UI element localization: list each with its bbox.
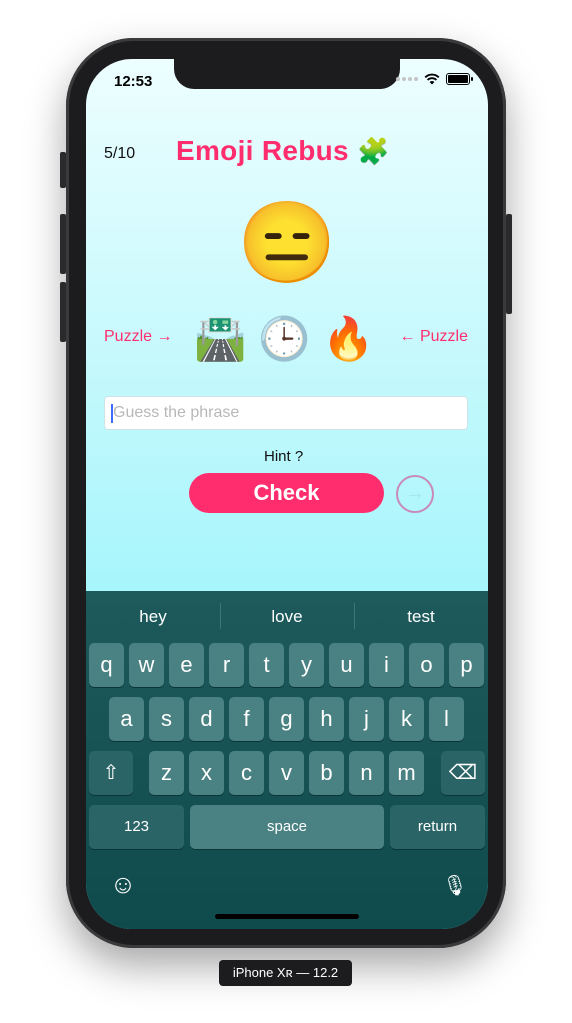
key-g[interactable]: g — [269, 697, 304, 741]
key-x[interactable]: x — [189, 751, 224, 795]
key-r[interactable]: r — [209, 643, 244, 687]
puzzle-progress: 5/10 — [104, 145, 136, 162]
key-z[interactable]: z — [149, 751, 184, 795]
return-key[interactable]: return — [390, 805, 485, 849]
key-o[interactable]: o — [409, 643, 444, 687]
suggestion-item[interactable]: hey — [86, 591, 220, 641]
hint-link[interactable]: Hint ? — [264, 448, 303, 465]
key-f[interactable]: f — [229, 697, 264, 741]
key-e[interactable]: e — [169, 643, 204, 687]
puzzle-label-right: ← Puzzle — [399, 328, 468, 345]
puzzle-label-left: Puzzle → — [104, 328, 173, 345]
numbers-key[interactable]: 123 — [89, 805, 184, 849]
key-q[interactable]: q — [89, 643, 124, 687]
puzzle-emoji-row: 🛣️ 🕒 🔥 — [194, 315, 374, 363]
mute-switch — [60, 152, 66, 188]
key-u[interactable]: u — [329, 643, 364, 687]
clock-emoji: 🕒 — [258, 315, 311, 362]
microphone-icon[interactable]: 🎙 — [440, 873, 470, 898]
key-d[interactable]: d — [189, 697, 224, 741]
space-key[interactable]: space — [190, 805, 384, 849]
emoji-keyboard-icon[interactable]: ☺ — [108, 869, 138, 900]
power-button — [506, 214, 512, 314]
volume-up-button — [60, 214, 66, 274]
key-v[interactable]: v — [269, 751, 304, 795]
key-b[interactable]: b — [309, 751, 344, 795]
key-c[interactable]: c — [229, 751, 264, 795]
key-y[interactable]: y — [289, 643, 324, 687]
app-title-text: Emoji Rebus — [176, 135, 349, 166]
key-n[interactable]: n — [349, 751, 384, 795]
key-j[interactable]: j — [349, 697, 384, 741]
guess-input[interactable] — [104, 396, 468, 430]
fire-emoji: 🔥 — [322, 315, 375, 362]
wifi-icon — [424, 73, 440, 85]
screen: 12:53 5/10 Emoji Rebus 🧩 😑 Puzzle → 🛣️ 🕒… — [86, 59, 488, 929]
home-indicator[interactable] — [215, 914, 359, 919]
simulator-device-label: iPhone Xʀ — 12.2 — [219, 960, 352, 986]
key-i[interactable]: i — [369, 643, 404, 687]
key-p[interactable]: p — [449, 643, 484, 687]
shift-key[interactable]: ⇧ — [89, 751, 133, 795]
key-m[interactable]: m — [389, 751, 424, 795]
keyboard: hey love test q w e r t y u i o p a s d … — [86, 591, 488, 929]
puzzle-piece-icon: 🧩 — [356, 136, 390, 166]
reaction-emoji: 😑 — [237, 198, 337, 287]
app-title: Emoji Rebus 🧩 — [176, 135, 390, 167]
motorway-emoji: 🛣️ — [194, 315, 247, 362]
key-t[interactable]: t — [249, 643, 284, 687]
key-k[interactable]: k — [389, 697, 424, 741]
key-h[interactable]: h — [309, 697, 344, 741]
battery-icon — [446, 73, 473, 85]
key-s[interactable]: s — [149, 697, 184, 741]
text-cursor — [111, 404, 113, 423]
status-time: 12:53 — [114, 73, 153, 90]
key-l[interactable]: l — [429, 697, 464, 741]
key-w[interactable]: w — [129, 643, 164, 687]
next-arrow-button[interactable]: → — [396, 475, 434, 513]
check-button[interactable]: Check — [189, 473, 384, 513]
delete-key[interactable]: ⌫ — [441, 751, 485, 795]
key-a[interactable]: a — [109, 697, 144, 741]
status-icons — [396, 73, 473, 85]
suggestion-item[interactable]: test — [354, 591, 488, 641]
suggestion-item[interactable]: love — [220, 591, 354, 641]
volume-down-button — [60, 282, 66, 342]
suggestion-bar: hey love test — [86, 591, 488, 641]
signal-icon — [396, 77, 418, 81]
notch — [174, 59, 400, 89]
